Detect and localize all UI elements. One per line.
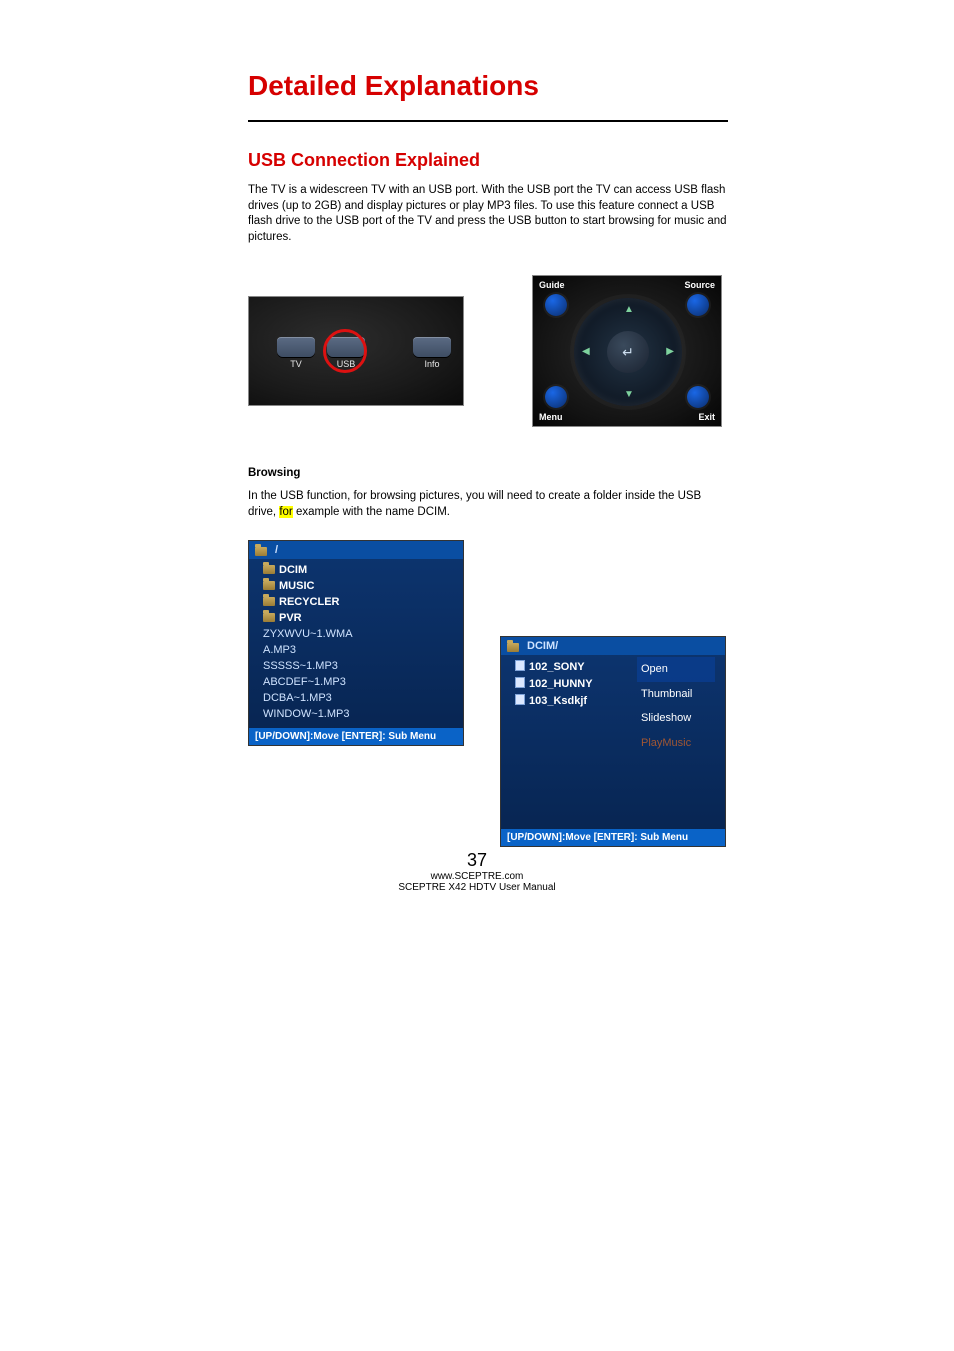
folder-item: DCIM <box>279 564 307 576</box>
highlighted-word: for <box>279 506 292 518</box>
footer-manual-title: SCEPTRE X42 HDTV User Manual <box>0 882 954 893</box>
enter-button-icon: ↵ <box>607 331 649 373</box>
osd-footer-hint: [UP/DOWN]:Move [ENTER]: Sub Menu <box>249 728 463 745</box>
remote-photo-navpad: Guide Source Menu Exit ▲ ▼ ◀ ▶ ↵ <box>532 275 722 427</box>
page-number: 37 <box>0 850 954 871</box>
folder-item: MUSIC <box>279 580 314 592</box>
folder-item: 102_HUNNY <box>529 678 593 690</box>
context-menu-item: Thumbnail <box>637 682 715 707</box>
folder-item: RECYCLER <box>279 596 340 608</box>
folder-icon <box>263 581 275 590</box>
page-title: Detailed Explanations <box>248 70 728 102</box>
osd-screenshot-root: / DCIM MUSIC RECYCLER PVR ZYXWVU~1.WMA A… <box>248 540 464 746</box>
file-item: ZYXWVU~1.WMA <box>263 627 455 643</box>
remote-label-guide: Guide <box>539 280 565 290</box>
file-item: A.MP3 <box>263 643 455 659</box>
browsing-text-post: example with the name DCIM. <box>293 506 450 518</box>
remote-btn-usb-label: USB <box>327 359 365 369</box>
remote-label-menu: Menu <box>539 412 563 422</box>
remote-label-exit: Exit <box>698 412 715 422</box>
folder-icon <box>507 643 519 652</box>
remote-btn-info-label: Info <box>413 359 451 369</box>
file-icon <box>515 660 525 671</box>
section-title: USB Connection Explained <box>248 150 728 171</box>
folder-icon <box>263 597 275 606</box>
file-item: SSSSS~1.MP3 <box>263 659 455 675</box>
file-item: DCBA~1.MP3 <box>263 691 455 707</box>
folder-icon <box>263 565 275 574</box>
folder-icon <box>263 613 275 622</box>
footer-url: www.SCEPTRE.com <box>0 871 954 882</box>
intro-paragraph: The TV is a widescreen TV with an USB po… <box>248 183 728 245</box>
folder-item: 103_Ksdkjf <box>529 695 587 707</box>
file-item: ABCDEF~1.MP3 <box>263 675 455 691</box>
file-icon <box>515 694 525 705</box>
remote-photo-buttons: TV USB Info <box>248 296 464 406</box>
osd-path: DCIM/ <box>527 640 558 652</box>
context-menu-item: PlayMusic <box>637 731 715 756</box>
context-menu: Open Thumbnail Slideshow PlayMusic <box>637 657 715 756</box>
context-menu-item: Open <box>637 657 715 682</box>
browsing-subtitle: Browsing <box>248 467 728 479</box>
folder-icon <box>255 547 267 556</box>
browsing-paragraph: In the USB function, for browsing pictur… <box>248 489 728 520</box>
context-menu-item: Slideshow <box>637 706 715 731</box>
folder-item: 102_SONY <box>529 661 585 673</box>
osd-path: / <box>275 544 278 556</box>
remote-btn-tv-label: TV <box>277 359 315 369</box>
file-item: WINDOW~1.MP3 <box>263 707 455 723</box>
osd-screenshot-dcim: DCIM/ 102_SONY 102_HUNNY 103_Ksdkjf Open… <box>500 636 726 847</box>
file-icon <box>515 677 525 688</box>
folder-item: PVR <box>279 612 302 624</box>
osd-footer-hint: [UP/DOWN]:Move [ENTER]: Sub Menu <box>501 829 725 846</box>
remote-label-source: Source <box>684 280 715 290</box>
divider <box>248 120 728 122</box>
